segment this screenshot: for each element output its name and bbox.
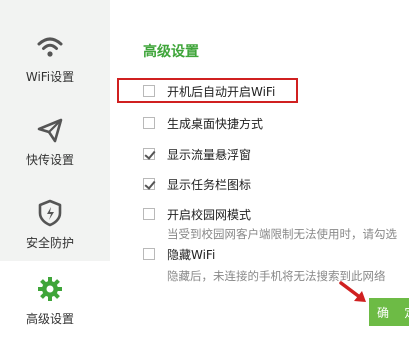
sidebar-item-transfer-settings[interactable]: 快传设置 bbox=[0, 95, 110, 178]
sidebar-item-security[interactable]: 安全防护 bbox=[0, 178, 110, 261]
checkbox[interactable] bbox=[143, 178, 155, 190]
option-traffic-float-window[interactable]: 显示流量悬浮窗 bbox=[143, 145, 251, 163]
send-icon bbox=[37, 118, 63, 143]
option-label: 生成桌面快捷方式 bbox=[167, 116, 264, 131]
option-desktop-shortcut[interactable]: 生成桌面快捷方式 bbox=[143, 114, 263, 132]
wifi-icon bbox=[37, 37, 63, 57]
shield-icon bbox=[38, 199, 62, 227]
option-label: 显示流量悬浮窗 bbox=[167, 147, 252, 162]
confirm-button[interactable]: 确 定 bbox=[369, 298, 409, 326]
option-label: 隐藏WiFi bbox=[167, 247, 216, 262]
option-taskbar-icon[interactable]: 显示任务栏图标 bbox=[143, 175, 251, 193]
sidebar-item-label: 安全防护 bbox=[25, 236, 74, 250]
option-description: 隐藏后，未连接的手机将无法搜索到此网络 bbox=[167, 269, 386, 283]
option-description: 当受到校园网客户端限制无法使用时，请勾选 bbox=[167, 227, 397, 241]
sidebar-item-label: WiFi设置 bbox=[25, 70, 75, 84]
gear-icon bbox=[38, 277, 62, 301]
option-hide-wifi[interactable]: 隐藏WiFi bbox=[143, 245, 215, 263]
sidebar-item-wifi-settings[interactable]: WiFi设置 bbox=[0, 12, 110, 95]
option-label: 显示任务栏图标 bbox=[167, 177, 252, 192]
option-label: 开启校园网模式 bbox=[167, 207, 252, 222]
page-title: 高级设置 bbox=[143, 44, 199, 60]
sidebar: WiFi设置 快传设置 安全防护 高级设置 bbox=[0, 0, 110, 344]
checkbox[interactable] bbox=[143, 248, 155, 260]
option-campus-mode[interactable]: 开启校园网模式 bbox=[143, 205, 251, 223]
checkbox[interactable] bbox=[143, 117, 155, 129]
sidebar-item-label: 高级设置 bbox=[25, 312, 74, 326]
sidebar-item-label: 快传设置 bbox=[25, 153, 74, 167]
highlight-box bbox=[117, 78, 298, 103]
checkbox[interactable] bbox=[143, 148, 155, 160]
checkbox[interactable] bbox=[143, 208, 155, 220]
